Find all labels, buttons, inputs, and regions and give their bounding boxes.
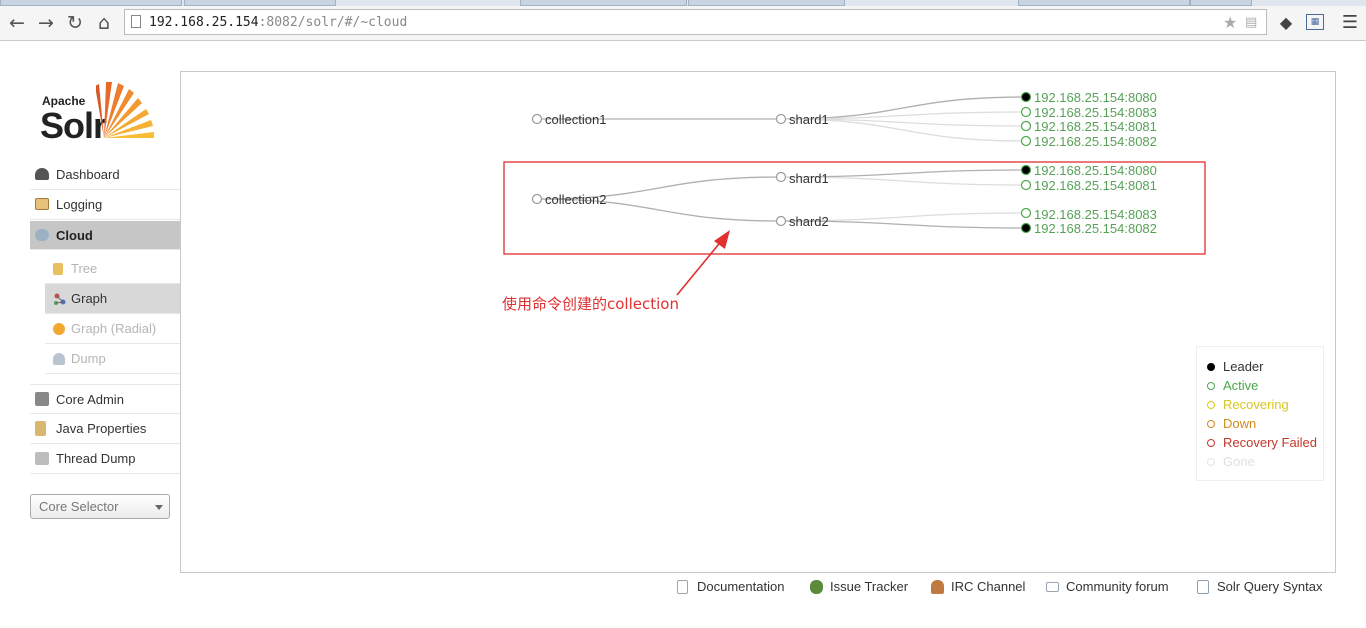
- home-icon[interactable]: ⌂: [93, 12, 115, 34]
- issue-tracker-icon: [810, 580, 823, 594]
- replica-host-label[interactable]: 192.168.25.154:8082: [1034, 134, 1157, 149]
- legend-dot: [1207, 439, 1215, 447]
- documentation-icon: [677, 580, 688, 594]
- sun-icon: [96, 82, 154, 138]
- sidebar-item-dump[interactable]: Dump: [45, 344, 180, 374]
- community-forum-icon: [1046, 582, 1059, 592]
- calendar-icon[interactable]: ▦: [1306, 14, 1324, 30]
- sidebar-item-logging[interactable]: Logging: [30, 190, 180, 220]
- sidebar-item-dashboard[interactable]: Dashboard: [30, 160, 180, 190]
- browser-toolbar: ← → ↻ ⌂ 192.168.25.154:8082/solr/#/~clou…: [0, 6, 1366, 41]
- legend-dot: [1207, 382, 1215, 390]
- page-icon: [131, 15, 141, 28]
- sidebar-item-core-admin[interactable]: Core Admin: [30, 384, 180, 414]
- annotation-arrow: [676, 230, 730, 296]
- shard-node: [775, 113, 787, 125]
- collection-label[interactable]: collection1: [545, 112, 606, 127]
- url-text[interactable]: 192.168.25.154:8082/solr/#/~cloud: [149, 15, 407, 30]
- collection-node: [531, 113, 543, 125]
- cloud-icon: [35, 229, 49, 241]
- replica-host-label[interactable]: 192.168.25.154:8081: [1034, 119, 1157, 134]
- evernote-icon[interactable]: ◆: [1276, 13, 1296, 33]
- menu-icon[interactable]: ☰: [1340, 13, 1360, 33]
- replica-host-label[interactable]: 192.168.25.154:8083: [1034, 207, 1157, 222]
- shard-label[interactable]: shard2: [789, 214, 829, 229]
- legend-dot: [1207, 401, 1215, 409]
- java-properties-icon: [35, 421, 46, 436]
- legend-dot: [1207, 363, 1215, 371]
- irc-channel-icon: [931, 580, 944, 594]
- dump-icon: [53, 353, 65, 365]
- replica-node-leader: [1020, 91, 1032, 103]
- shard-node: [775, 171, 787, 183]
- back-icon[interactable]: ←: [6, 12, 28, 34]
- graph-legend: Leader Active Recovering Down Recovery F…: [1196, 346, 1324, 481]
- address-bar[interactable]: 192.168.25.154:8082/solr/#/~cloud ★ ▤: [124, 9, 1267, 35]
- logging-icon: [35, 198, 49, 210]
- core-admin-icon: [35, 392, 49, 406]
- annotation-text: 使用命令创建的collection: [502, 295, 679, 313]
- sidebar-item-cloud[interactable]: Cloud: [30, 221, 180, 250]
- thread-dump-icon: [35, 452, 49, 465]
- chevron-down-icon: [155, 505, 163, 510]
- replica-node-active: [1020, 106, 1032, 118]
- forward-icon[interactable]: →: [35, 12, 57, 34]
- core-selector-dropdown[interactable]: Core Selector: [30, 494, 170, 519]
- legend-dot: [1207, 420, 1215, 428]
- star-icon[interactable]: ★: [1223, 13, 1237, 32]
- cloud-graph-panel: collection1 shard1 192.168.25.154:8080 1…: [180, 71, 1336, 573]
- replica-node-leader: [1020, 222, 1032, 234]
- dashboard-icon: [35, 168, 49, 180]
- graph-icon: [53, 293, 66, 305]
- cloud-graph: collection1 shard1 192.168.25.154:8080 1…: [503, 90, 1206, 296]
- shard-label[interactable]: shard1: [789, 171, 829, 186]
- translate-icon[interactable]: ▤: [1245, 15, 1257, 30]
- replica-host-label[interactable]: 192.168.25.154:8081: [1034, 178, 1157, 193]
- tree-icon: [53, 263, 63, 275]
- sidebar-item-tree[interactable]: Tree: [45, 254, 180, 284]
- sidebar-item-graph-radial[interactable]: Graph (Radial): [45, 314, 180, 344]
- replica-host-label[interactable]: 192.168.25.154:8082: [1034, 221, 1157, 236]
- sidebar-item-java-properties[interactable]: Java Properties: [30, 414, 180, 444]
- replica-node-active: [1020, 179, 1032, 191]
- replica-node-active: [1020, 207, 1032, 219]
- replica-host-label[interactable]: 192.168.25.154:8083: [1034, 105, 1157, 120]
- legend-dot: [1207, 458, 1215, 466]
- solr-logo[interactable]: Apache Solr: [40, 78, 165, 146]
- replica-node-active: [1020, 120, 1032, 132]
- replica-host-label[interactable]: 192.168.25.154:8080: [1034, 90, 1157, 105]
- replica-node-leader: [1020, 164, 1032, 176]
- collection-node: [531, 193, 543, 205]
- sidebar-item-graph[interactable]: Graph: [45, 284, 180, 314]
- replica-host-label[interactable]: 192.168.25.154:8080: [1034, 163, 1157, 178]
- solr-query-syntax-icon: [1197, 580, 1209, 594]
- graph-radial-icon: [53, 323, 65, 335]
- reload-icon[interactable]: ↻: [64, 12, 86, 34]
- sidebar-item-thread-dump[interactable]: Thread Dump: [30, 444, 180, 474]
- shard-label[interactable]: shard1: [789, 112, 829, 127]
- collection-label[interactable]: collection2: [545, 192, 606, 207]
- replica-node-active: [1020, 135, 1032, 147]
- shard-node: [775, 215, 787, 227]
